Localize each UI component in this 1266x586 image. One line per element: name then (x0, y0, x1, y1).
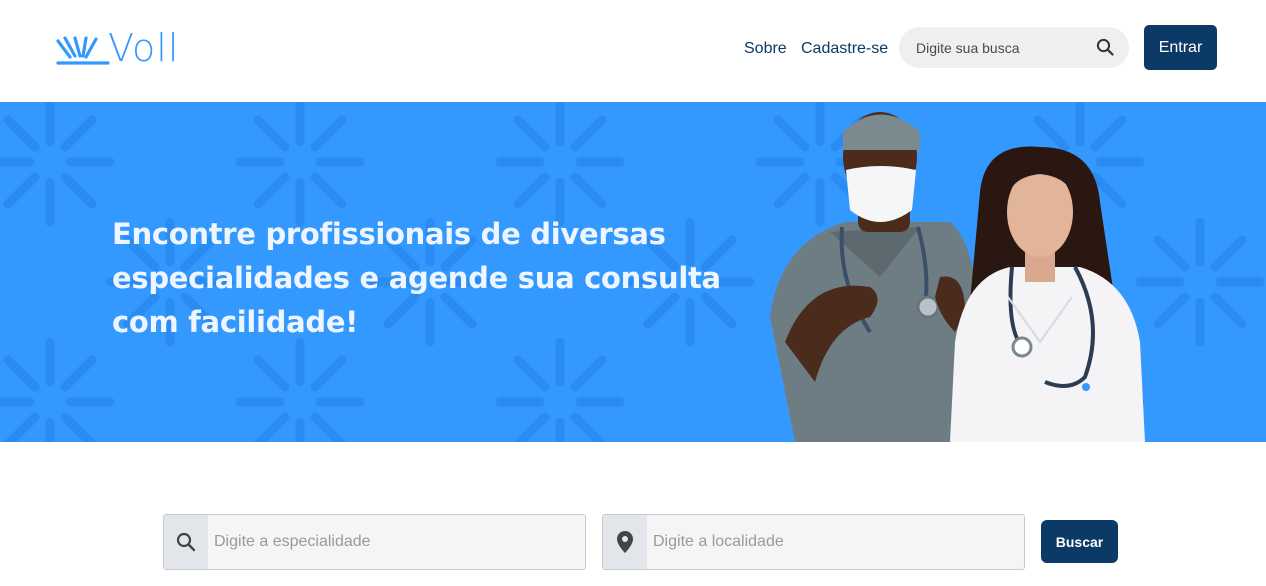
nav-link-sobre[interactable]: Sobre (744, 40, 787, 58)
search-icon (176, 532, 196, 552)
brand-name: Voll (108, 26, 180, 70)
nav-link-cadastre[interactable]: Cadastre-se (801, 40, 888, 58)
doctors-illustration (770, 112, 1145, 442)
site-header: Voll Sobre Cadastre-se Entrar (0, 0, 1266, 102)
specialty-input[interactable] (214, 531, 574, 553)
specialty-field (163, 514, 586, 570)
map-pin-icon (617, 531, 633, 553)
location-input[interactable] (653, 531, 1013, 553)
search-icon[interactable] (1096, 38, 1114, 56)
hero-title: Encontre profissionais de diversas espec… (112, 217, 721, 339)
search-submit-button[interactable]: Buscar (1041, 520, 1118, 563)
location-icon-box (603, 515, 647, 569)
brand-logo[interactable]: Voll (56, 26, 180, 70)
location-field (602, 514, 1025, 570)
specialty-icon-box (164, 515, 208, 569)
hero-banner: Encontre profissionais de diversas espec… (0, 102, 1266, 442)
female-doctor-figure (950, 146, 1145, 442)
login-button[interactable]: Entrar (1144, 25, 1217, 70)
header-search-input[interactable] (916, 37, 1086, 59)
logo-mark-icon (56, 36, 110, 65)
header-search (899, 27, 1129, 68)
